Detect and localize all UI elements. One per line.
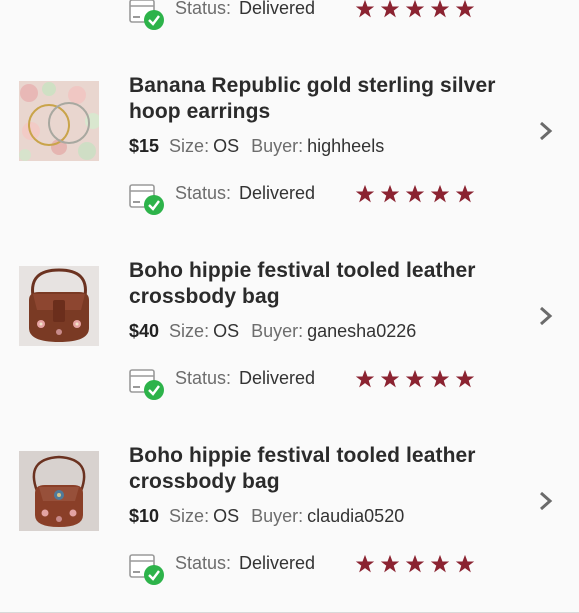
status-value: Delivered <box>239 183 316 203</box>
status-value: Delivered <box>239 368 316 388</box>
rating-stars <box>355 0 475 19</box>
size-label: Size: <box>169 506 210 526</box>
star-icon <box>455 184 475 203</box>
delivered-box-icon <box>129 182 165 216</box>
star-icon <box>380 554 400 573</box>
chevron-right-icon[interactable] <box>537 120 555 142</box>
star-icon <box>455 554 475 573</box>
size-label: Size: <box>169 321 210 341</box>
item-title[interactable]: Banana Republic gold sterling silver hoo… <box>129 73 529 125</box>
star-icon <box>430 369 450 388</box>
star-icon <box>380 0 400 18</box>
buyer-username[interactable]: highheels <box>307 136 384 156</box>
star-icon <box>455 369 475 388</box>
status-value: Delivered <box>239 0 316 18</box>
rating-stars <box>355 184 475 204</box>
star-icon <box>380 184 400 203</box>
item-title[interactable]: Boho hippie festival tooled leather cros… <box>129 258 529 310</box>
size-value: OS <box>213 506 240 526</box>
chevron-right-icon[interactable] <box>537 305 555 327</box>
star-icon <box>430 554 450 573</box>
status-row: Status: Delivered <box>175 553 327 574</box>
delivered-box-icon <box>129 552 165 586</box>
item-meta: $10 Size: OS Buyer: claudia0520 <box>129 506 416 527</box>
item-price: $40 <box>129 321 160 341</box>
buyer-label: Buyer: <box>251 136 304 156</box>
list-item[interactable]: Banana Republic gold sterling silver hoo… <box>0 57 579 243</box>
item-meta: $40 Size: OS Buyer: ganesha0226 <box>129 321 428 342</box>
buyer-username[interactable]: ganesha0226 <box>307 321 416 341</box>
item-thumbnail <box>19 451 99 531</box>
buyer-label: Buyer: <box>251 321 304 341</box>
star-icon <box>355 369 375 388</box>
delivered-box-icon <box>129 367 165 401</box>
status-row: Status: Delivered <box>175 183 327 204</box>
star-icon <box>405 0 425 18</box>
star-icon <box>405 554 425 573</box>
list-item[interactable]: Boho hippie festival tooled leather cros… <box>0 242 579 428</box>
item-meta: $15 Size: OS Buyer: highheels <box>129 136 396 157</box>
status-value: Delivered <box>239 553 316 573</box>
star-icon <box>405 184 425 203</box>
star-icon <box>355 554 375 573</box>
size-value: OS <box>213 136 240 156</box>
buyer-label: Buyer: <box>251 506 304 526</box>
star-icon <box>355 0 375 18</box>
delivered-box-icon <box>129 0 165 31</box>
star-icon <box>355 184 375 203</box>
size-label: Size: <box>169 136 210 156</box>
status-label: Status: <box>175 368 232 388</box>
item-title[interactable]: Boho hippie festival tooled leather cros… <box>129 443 529 495</box>
rating-stars <box>355 369 475 389</box>
item-thumbnail <box>19 81 99 161</box>
status-row: Status: Delivered <box>175 0 327 19</box>
size-value: OS <box>213 321 240 341</box>
status-label: Status: <box>175 0 232 18</box>
item-thumbnail <box>19 266 99 346</box>
list-item[interactable]: Boho hippie festival tooled leather cros… <box>0 427 579 613</box>
status-label: Status: <box>175 553 232 573</box>
buyer-username[interactable]: claudia0520 <box>307 506 404 526</box>
star-icon <box>380 369 400 388</box>
star-icon <box>430 0 450 18</box>
status-label: Status: <box>175 183 232 203</box>
status-row: Status: Delivered <box>175 368 327 389</box>
rating-stars <box>355 554 475 574</box>
item-price: $10 <box>129 506 160 526</box>
chevron-right-icon[interactable] <box>537 490 555 512</box>
star-icon <box>430 184 450 203</box>
item-price: $15 <box>129 136 160 156</box>
star-icon <box>455 0 475 18</box>
list-item[interactable]: Status: Delivered <box>0 0 579 58</box>
star-icon <box>405 369 425 388</box>
